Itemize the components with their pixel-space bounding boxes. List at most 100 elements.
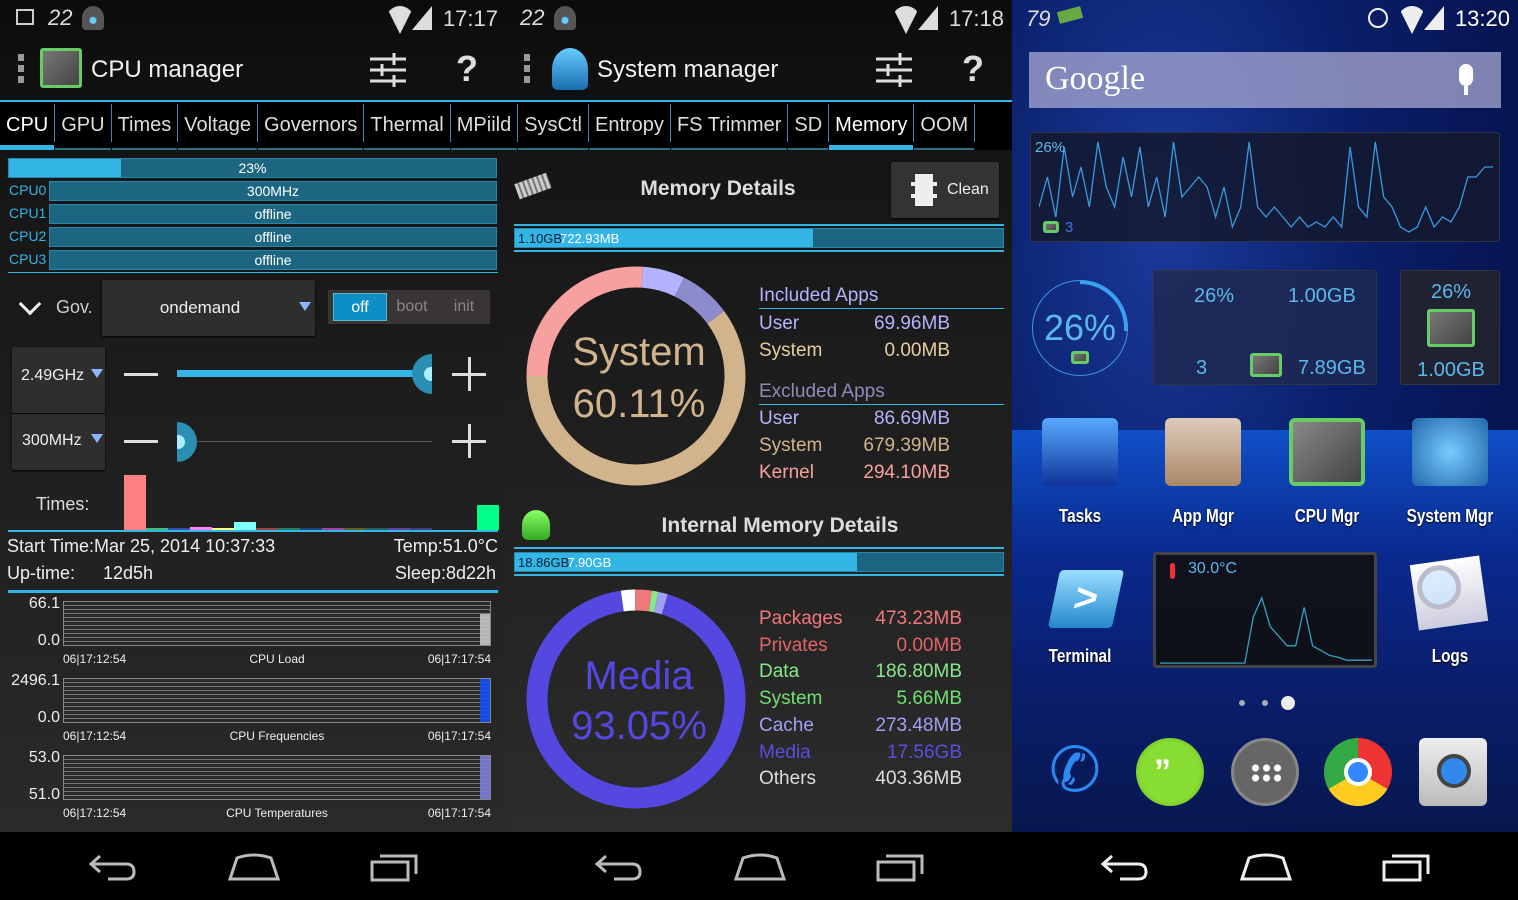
temperature-widget[interactable]: 30.0°C	[1153, 552, 1377, 668]
home-button[interactable]	[1239, 852, 1293, 882]
tab-mpiild[interactable]: MPiild	[450, 104, 519, 150]
app-label[interactable]: CPU Mgr	[1276, 506, 1378, 527]
tab-cpu[interactable]: CPU	[0, 104, 56, 150]
apply-off-option[interactable]: off	[333, 293, 387, 321]
apply-boot-option[interactable]: boot	[385, 293, 439, 321]
min-frequency-slider[interactable]	[177, 441, 432, 442]
tune-icon[interactable]	[370, 52, 406, 88]
tab-memory[interactable]: Memory	[829, 104, 915, 150]
recents-button[interactable]	[876, 852, 926, 882]
memory-row-value: 69.96MB	[873, 313, 950, 334]
decrease-max-button[interactable]	[124, 373, 158, 376]
tab-voltage[interactable]: Voltage	[178, 104, 259, 150]
graph-max-label: 2496.1	[11, 672, 60, 689]
recents-button[interactable]	[1382, 852, 1432, 882]
ram-donut-chart	[526, 266, 746, 486]
app-label[interactable]: Tasks	[1029, 506, 1131, 527]
time-in-state-bar	[124, 475, 146, 530]
android-icon	[522, 510, 550, 540]
info-cores: 3	[1196, 357, 1208, 379]
page-dot[interactable]	[1262, 700, 1268, 706]
tasks-monitor-icon[interactable]	[1042, 418, 1118, 486]
chip-icon	[911, 174, 937, 206]
core-status: offline	[254, 206, 292, 222]
slider-thumb[interactable]	[412, 354, 432, 394]
tab-sd[interactable]: SD	[788, 104, 830, 150]
tab-sysctl[interactable]: SysCtl	[518, 104, 589, 150]
app-drawer-icon[interactable]	[1231, 738, 1299, 806]
back-button[interactable]	[88, 852, 138, 882]
page-dot[interactable]	[1239, 700, 1245, 706]
logs-icon[interactable]	[1409, 555, 1489, 631]
graph-end-time: 06|17:17:54	[427, 806, 491, 820]
small-widget-ram: 1.00GB	[1417, 359, 1485, 381]
memory-row-value: 17.56GB	[887, 741, 962, 763]
storage-free: 7.90GB	[567, 555, 612, 570]
app-label[interactable]: System Mgr	[1399, 506, 1501, 527]
picture-icon	[16, 9, 34, 25]
apply-init-option[interactable]: init	[437, 293, 491, 321]
slider-thumb[interactable]	[177, 422, 197, 462]
hangouts-icon[interactable]: ”	[1136, 738, 1204, 806]
core-status: offline	[254, 252, 292, 268]
google-search-bar[interactable]: Google	[1029, 52, 1501, 108]
decrease-min-button[interactable]	[124, 440, 158, 443]
android-system-icon[interactable]	[1412, 418, 1488, 486]
small-cpu-widget[interactable]: 26% 1.00GB	[1400, 270, 1500, 385]
tune-icon[interactable]	[876, 52, 912, 88]
help-icon[interactable]: ?	[456, 48, 478, 90]
cpu-graph-widget[interactable]: 26% 3	[1030, 132, 1500, 242]
terminal-label[interactable]: Terminal	[1029, 646, 1131, 667]
logs-label[interactable]: Logs	[1399, 646, 1501, 667]
terminal-icon[interactable]: >	[1047, 570, 1125, 628]
microphone-icon[interactable]	[1459, 64, 1473, 86]
tab-fs-trimmer[interactable]: FS Trimmer	[670, 104, 789, 150]
home-button[interactable]	[733, 852, 787, 882]
min-frequency-dropdown[interactable]: 300MHz	[12, 414, 105, 470]
max-frequency-dropdown[interactable]: 2.49GHz	[12, 347, 105, 413]
memory-row-value: 403.36MB	[875, 768, 962, 790]
increase-max-button[interactable]	[452, 357, 486, 391]
tab-gpu[interactable]: GPU	[55, 104, 112, 150]
tab-governors[interactable]: Governors	[258, 104, 365, 150]
governor-dropdown[interactable]: ondemand	[102, 280, 315, 336]
page-dot[interactable]	[1281, 696, 1295, 710]
menu-icon[interactable]	[18, 54, 24, 84]
tab-times[interactable]: Times	[111, 104, 179, 150]
max-frequency-slider[interactable]	[177, 370, 432, 377]
circle-load-widget[interactable]: 26%	[1032, 280, 1128, 376]
home-button[interactable]	[227, 852, 281, 882]
recents-button[interactable]	[370, 852, 420, 882]
excluded-apps-heading: Excluded Apps	[759, 381, 885, 402]
temperature-graph	[1160, 595, 1372, 664]
increase-min-button[interactable]	[452, 424, 486, 458]
signal-icon	[918, 6, 938, 30]
tab-oom[interactable]: OOM	[914, 104, 976, 150]
alarm-icon	[1368, 8, 1388, 28]
donut-value: 60.11%	[572, 382, 706, 426]
eye-app-icon	[82, 6, 104, 30]
clean-button[interactable]: Clean	[891, 162, 999, 218]
back-button[interactable]	[1100, 852, 1150, 882]
apply-on-toggle: off boot init	[328, 290, 490, 324]
toolbox-icon[interactable]	[1165, 418, 1241, 486]
tab-entropy[interactable]: Entropy	[589, 104, 671, 150]
phone-icon[interactable]: ✆	[1041, 738, 1109, 806]
cpu-chip-icon[interactable]	[1289, 418, 1365, 486]
memory-row-value: 0.00MB	[884, 340, 950, 361]
back-button[interactable]	[594, 852, 644, 882]
app-label[interactable]: App Mgr	[1152, 506, 1254, 527]
history-graph	[63, 678, 491, 723]
chrome-icon[interactable]	[1324, 738, 1392, 806]
camera-icon[interactable]	[1419, 738, 1487, 806]
start-time: Start Time:Mar 25, 2014 10:37:33	[7, 536, 276, 556]
system-info-widget[interactable]: 26% 1.00GB 3 7.89GB	[1153, 270, 1377, 385]
memory-row-label: Cache	[759, 714, 814, 736]
time-in-state-bar	[477, 505, 499, 530]
cpu-load-graph	[1039, 141, 1493, 233]
help-icon[interactable]: ?	[962, 48, 984, 90]
menu-icon[interactable]	[524, 54, 530, 84]
tab-thermal[interactable]: Thermal	[364, 104, 451, 150]
collapse-chevron-icon[interactable]	[18, 292, 42, 316]
memory-row-value: 86.69MB	[873, 408, 950, 429]
